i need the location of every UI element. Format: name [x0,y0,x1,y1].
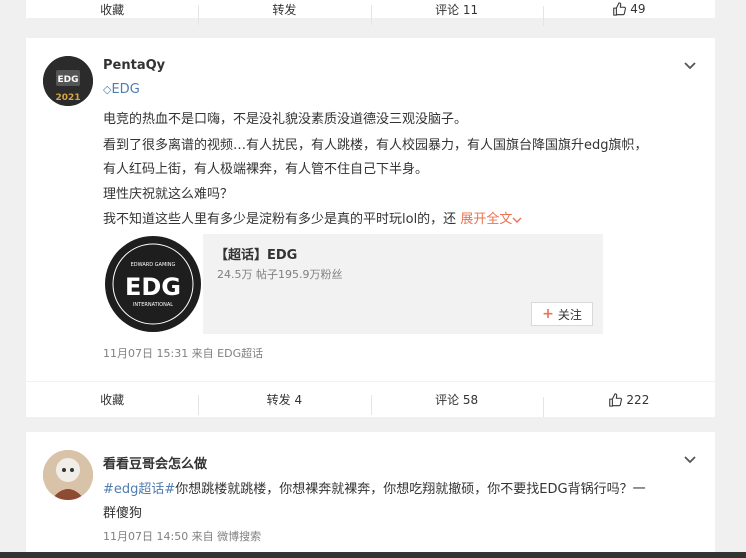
chevron-down-icon[interactable] [683,59,697,73]
repost-button[interactable]: 转发 [198,1,370,25]
avatar[interactable]: EDG 2021 [43,56,93,106]
svg-text:2021: 2021 [55,93,80,103]
post-text-line: #edg超话#你想跳楼就跳楼，你想裸奔就裸奔，你想吃翔就撤硕，你不要找EDG背锅… [103,482,646,497]
like-button[interactable]: 222 [542,392,715,417]
post-text-line: 电竞的热血不是口嗨，不是没礼貌没素质没道德没三观没脑子。 [103,112,468,127]
post-text-line: 有人红码上街，有人极端裸奔，有人管不住自己下半身。 [103,162,429,177]
post-username[interactable]: PentaQy [103,58,165,73]
repost-button[interactable]: 转发 4 [198,391,370,415]
comment-button[interactable]: 评论 11 [370,1,543,25]
hashtag-link[interactable]: #edg超话# [103,482,175,497]
svg-text:EDG: EDG [125,273,181,301]
post-text-line: 群傻狗 [103,506,143,521]
svg-text:EDWARD GAMING: EDWARD GAMING [131,262,176,268]
post-text-line: 我不知道这些人里有多少是淀粉有多少是真的平时玩lol的，还 展开全文 [103,208,522,227]
chevron-down-icon[interactable] [683,453,697,467]
collect-button[interactable]: 收藏 [26,391,198,408]
post-text-line: 理性庆祝就这么难吗？ [103,187,234,202]
post-text-line: 看到了很多离谱的视频…有人扰民，有人跳楼，有人校园暴力，有人国旗台降国旗升edg… [103,138,648,153]
edg-avatar-logo: EDG 2021 [43,56,93,106]
topic-stats: 24.5万 帖子195.9万粉丝 [217,268,343,281]
plus-icon: + [542,306,554,322]
post-meta: 11月07日 15:31 来自 EDG超话 [103,347,264,360]
chevron-down-icon [512,217,522,223]
verify-tag[interactable]: ◇EDG [103,82,140,97]
comment-button[interactable]: 评论 58 [370,391,543,415]
post-username[interactable]: 看看豆哥会怎么做 [103,453,207,472]
previous-post-actions: 收藏 转发 评论 11 49 [26,0,715,26]
svg-text:INTERNATIONAL: INTERNATIONAL [133,302,173,308]
topic-title[interactable]: 【超话】EDG [215,244,297,263]
expand-full-text-link[interactable]: 展开全文 [460,212,522,227]
bottom-bar [0,552,746,558]
thumbs-up-icon [609,392,623,407]
svg-text:EDG: EDG [57,75,78,85]
weibo-comment-card: 看看豆哥会怎么做 #edg超话#你想跳楼就跳楼，你想裸奔就裸奔，你想吃翔就撤硕，… [26,432,715,552]
avatar[interactable] [43,450,93,500]
edg-logo: EDWARD GAMING EDG INTERNATIONAL [103,234,203,334]
super-topic-card[interactable]: EDWARD GAMING EDG INTERNATIONAL 【超话】EDG … [103,234,603,334]
user-avatar-image [43,450,93,500]
like-button[interactable]: 49 [542,2,715,26]
follow-button[interactable]: + 关注 [531,302,593,326]
collect-button[interactable]: 收藏 [26,1,198,18]
post-actions: 收藏 转发 4 评论 58 222 [26,381,715,417]
thumbs-up-icon [613,2,627,16]
post-meta: 11月07日 14:50 来自 微博搜索 [103,530,262,543]
